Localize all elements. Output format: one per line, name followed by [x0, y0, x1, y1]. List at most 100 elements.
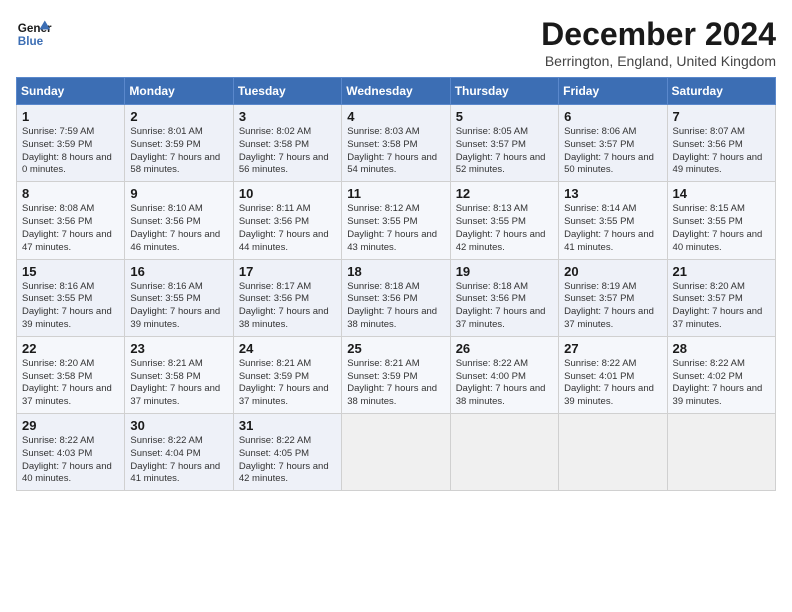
calendar-week-row: 29 Sunrise: 8:22 AM Sunset: 4:03 PM Dayli…	[17, 414, 776, 491]
month-title: December 2024	[541, 16, 776, 53]
day-info: Sunrise: 8:22 AM Sunset: 4:05 PM Dayligh…	[239, 435, 336, 486]
calendar-day-cell: 9 Sunrise: 8:10 AM Sunset: 3:56 PM Daylig…	[125, 182, 233, 259]
day-number: 4	[347, 109, 444, 124]
day-info: Sunrise: 8:02 AM Sunset: 3:58 PM Dayligh…	[239, 126, 336, 177]
calendar-day-cell: 28 Sunrise: 8:22 AM Sunset: 4:02 PM Dayli…	[667, 336, 775, 413]
calendar-day-cell: 11 Sunrise: 8:12 AM Sunset: 3:55 PM Dayli…	[342, 182, 450, 259]
calendar-day-cell: 12 Sunrise: 8:13 AM Sunset: 3:55 PM Dayli…	[450, 182, 558, 259]
day-info: Sunrise: 8:01 AM Sunset: 3:59 PM Dayligh…	[130, 126, 227, 177]
day-number: 6	[564, 109, 661, 124]
day-number: 7	[673, 109, 770, 124]
calendar-day-header: Monday	[125, 78, 233, 105]
day-info: Sunrise: 8:15 AM Sunset: 3:55 PM Dayligh…	[673, 203, 770, 254]
day-info: Sunrise: 8:21 AM Sunset: 3:58 PM Dayligh…	[130, 358, 227, 409]
day-info: Sunrise: 8:22 AM Sunset: 4:00 PM Dayligh…	[456, 358, 553, 409]
day-number: 25	[347, 341, 444, 356]
day-info: Sunrise: 8:11 AM Sunset: 3:56 PM Dayligh…	[239, 203, 336, 254]
calendar-day-cell: 2Sunrise: 8:01 AM Sunset: 3:59 PM Daylig…	[125, 105, 233, 182]
day-info: Sunrise: 8:17 AM Sunset: 3:56 PM Dayligh…	[239, 281, 336, 332]
calendar-day-cell	[342, 414, 450, 491]
calendar-day-cell: 3Sunrise: 8:02 AM Sunset: 3:58 PM Daylig…	[233, 105, 341, 182]
title-block: December 2024 Berrington, England, Unite…	[541, 16, 776, 69]
day-number: 14	[673, 186, 770, 201]
day-info: Sunrise: 8:05 AM Sunset: 3:57 PM Dayligh…	[456, 126, 553, 177]
day-info: Sunrise: 8:13 AM Sunset: 3:55 PM Dayligh…	[456, 203, 553, 254]
calendar-day-cell	[450, 414, 558, 491]
calendar-header-row: SundayMondayTuesdayWednesdayThursdayFrid…	[17, 78, 776, 105]
svg-text:Blue: Blue	[18, 35, 44, 48]
day-number: 19	[456, 264, 553, 279]
day-number: 31	[239, 418, 336, 433]
calendar-day-header: Friday	[559, 78, 667, 105]
day-info: Sunrise: 8:18 AM Sunset: 3:56 PM Dayligh…	[347, 281, 444, 332]
day-number: 26	[456, 341, 553, 356]
day-info: Sunrise: 8:16 AM Sunset: 3:55 PM Dayligh…	[22, 281, 119, 332]
day-info: Sunrise: 8:12 AM Sunset: 3:55 PM Dayligh…	[347, 203, 444, 254]
logo-icon: General Blue	[16, 16, 52, 52]
location: Berrington, England, United Kingdom	[541, 53, 776, 69]
calendar-day-cell	[559, 414, 667, 491]
day-info: Sunrise: 8:22 AM Sunset: 4:02 PM Dayligh…	[673, 358, 770, 409]
day-info: Sunrise: 8:22 AM Sunset: 4:03 PM Dayligh…	[22, 435, 119, 486]
day-number: 10	[239, 186, 336, 201]
day-number: 15	[22, 264, 119, 279]
calendar-day-cell: 14 Sunrise: 8:15 AM Sunset: 3:55 PM Dayli…	[667, 182, 775, 259]
calendar-day-cell: 30 Sunrise: 8:22 AM Sunset: 4:04 PM Dayli…	[125, 414, 233, 491]
calendar-day-header: Sunday	[17, 78, 125, 105]
day-number: 29	[22, 418, 119, 433]
calendar-day-cell: 27Sunrise: 8:22 AM Sunset: 4:01 PM Dayli…	[559, 336, 667, 413]
calendar-day-cell: 5Sunrise: 8:05 AM Sunset: 3:57 PM Daylig…	[450, 105, 558, 182]
calendar-day-header: Tuesday	[233, 78, 341, 105]
day-info: Sunrise: 8:16 AM Sunset: 3:55 PM Dayligh…	[130, 281, 227, 332]
day-number: 30	[130, 418, 227, 433]
calendar-day-cell: 6 Sunrise: 8:06 AM Sunset: 3:57 PM Daylig…	[559, 105, 667, 182]
day-info: Sunrise: 7:59 AM Sunset: 3:59 PM Dayligh…	[22, 126, 119, 177]
day-number: 21	[673, 264, 770, 279]
day-number: 1	[22, 109, 119, 124]
calendar-day-cell: 19 Sunrise: 8:18 AM Sunset: 3:56 PM Dayli…	[450, 259, 558, 336]
calendar-day-cell: 10 Sunrise: 8:11 AM Sunset: 3:56 PM Dayli…	[233, 182, 341, 259]
day-info: Sunrise: 8:22 AM Sunset: 4:01 PM Dayligh…	[564, 358, 661, 409]
day-info: Sunrise: 8:07 AM Sunset: 3:56 PM Dayligh…	[673, 126, 770, 177]
logo: General Blue	[16, 16, 52, 52]
calendar-day-cell: 26 Sunrise: 8:22 AM Sunset: 4:00 PM Dayli…	[450, 336, 558, 413]
calendar-body: 1 Sunrise: 7:59 AM Sunset: 3:59 PM Daylig…	[17, 105, 776, 491]
calendar-day-cell: 22Sunrise: 8:20 AM Sunset: 3:58 PM Dayli…	[17, 336, 125, 413]
day-info: Sunrise: 8:21 AM Sunset: 3:59 PM Dayligh…	[239, 358, 336, 409]
calendar-day-cell: 13Sunrise: 8:14 AM Sunset: 3:55 PM Dayli…	[559, 182, 667, 259]
day-number: 16	[130, 264, 227, 279]
day-info: Sunrise: 8:10 AM Sunset: 3:56 PM Dayligh…	[130, 203, 227, 254]
calendar-day-cell: 24 Sunrise: 8:21 AM Sunset: 3:59 PM Dayli…	[233, 336, 341, 413]
calendar-day-cell: 20Sunrise: 8:19 AM Sunset: 3:57 PM Dayli…	[559, 259, 667, 336]
page-header: General Blue December 2024 Berrington, E…	[16, 16, 776, 69]
calendar-day-header: Saturday	[667, 78, 775, 105]
calendar-day-cell: 21Sunrise: 8:20 AM Sunset: 3:57 PM Dayli…	[667, 259, 775, 336]
day-number: 9	[130, 186, 227, 201]
day-number: 24	[239, 341, 336, 356]
calendar-table: SundayMondayTuesdayWednesdayThursdayFrid…	[16, 77, 776, 491]
day-info: Sunrise: 8:03 AM Sunset: 3:58 PM Dayligh…	[347, 126, 444, 177]
calendar-day-cell: 4 Sunrise: 8:03 AM Sunset: 3:58 PM Daylig…	[342, 105, 450, 182]
day-number: 12	[456, 186, 553, 201]
calendar-day-cell: 18Sunrise: 8:18 AM Sunset: 3:56 PM Dayli…	[342, 259, 450, 336]
calendar-day-header: Wednesday	[342, 78, 450, 105]
day-number: 13	[564, 186, 661, 201]
day-number: 17	[239, 264, 336, 279]
day-info: Sunrise: 8:18 AM Sunset: 3:56 PM Dayligh…	[456, 281, 553, 332]
calendar-day-header: Thursday	[450, 78, 558, 105]
calendar-day-cell: 23Sunrise: 8:21 AM Sunset: 3:58 PM Dayli…	[125, 336, 233, 413]
calendar-day-cell: 25 Sunrise: 8:21 AM Sunset: 3:59 PM Dayli…	[342, 336, 450, 413]
day-info: Sunrise: 8:21 AM Sunset: 3:59 PM Dayligh…	[347, 358, 444, 409]
calendar-day-cell: 1 Sunrise: 7:59 AM Sunset: 3:59 PM Daylig…	[17, 105, 125, 182]
day-number: 28	[673, 341, 770, 356]
day-number: 11	[347, 186, 444, 201]
calendar-week-row: 1 Sunrise: 7:59 AM Sunset: 3:59 PM Daylig…	[17, 105, 776, 182]
day-number: 20	[564, 264, 661, 279]
calendar-week-row: 15 Sunrise: 8:16 AM Sunset: 3:55 PM Dayli…	[17, 259, 776, 336]
calendar-week-row: 8Sunrise: 8:08 AM Sunset: 3:56 PM Daylig…	[17, 182, 776, 259]
calendar-day-cell: 29 Sunrise: 8:22 AM Sunset: 4:03 PM Dayli…	[17, 414, 125, 491]
day-info: Sunrise: 8:22 AM Sunset: 4:04 PM Dayligh…	[130, 435, 227, 486]
day-info: Sunrise: 8:06 AM Sunset: 3:57 PM Dayligh…	[564, 126, 661, 177]
calendar-day-cell: 8Sunrise: 8:08 AM Sunset: 3:56 PM Daylig…	[17, 182, 125, 259]
calendar-week-row: 22Sunrise: 8:20 AM Sunset: 3:58 PM Dayli…	[17, 336, 776, 413]
